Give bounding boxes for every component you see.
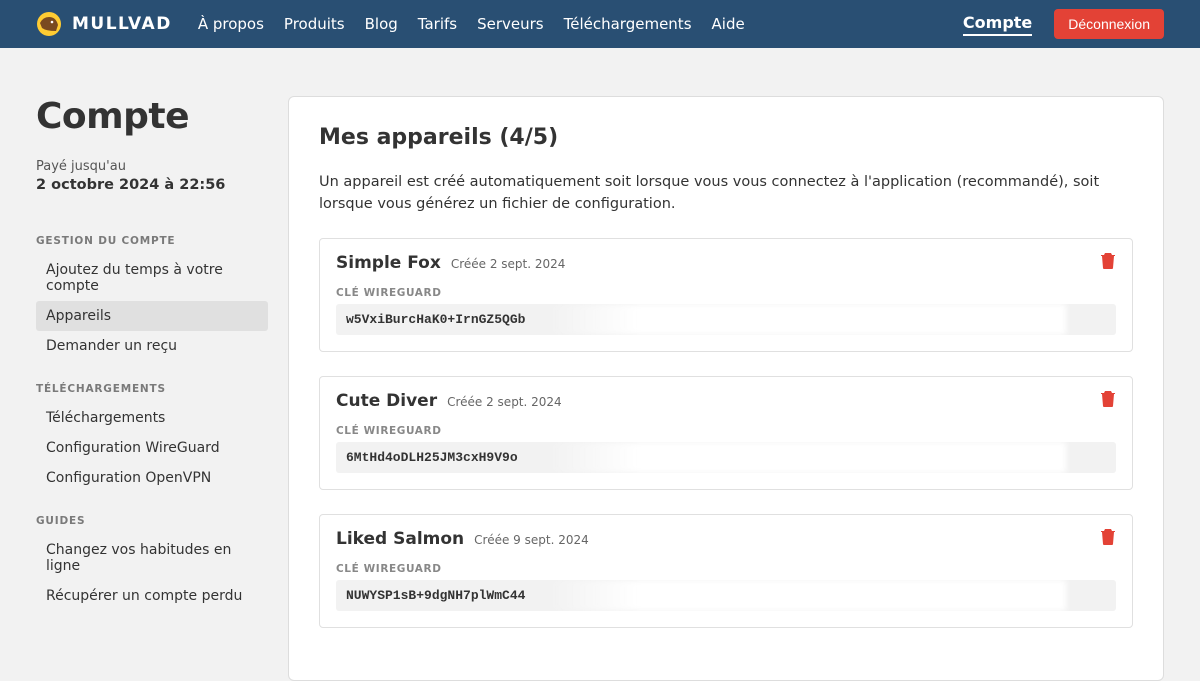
- paid-until-value: 2 octobre 2024 à 22:56: [36, 177, 268, 193]
- device-name: Simple Fox: [336, 253, 441, 273]
- logout-button[interactable]: Déconnexion: [1054, 9, 1164, 39]
- sidebar-item-openvpn[interactable]: Configuration OpenVPN: [36, 463, 268, 493]
- section-guides-title: GUIDES: [36, 515, 268, 527]
- nav-servers[interactable]: Serveurs: [477, 15, 544, 33]
- section-manage-title: GESTION DU COMPTE: [36, 235, 268, 247]
- device-card: Liked Salmon Créée 9 sept. 2024 CLÉ WIRE…: [319, 514, 1133, 628]
- nav-downloads[interactable]: Téléchargements: [564, 15, 692, 33]
- device-created: Créée 9 sept. 2024: [474, 533, 589, 547]
- delete-device-button[interactable]: [1100, 389, 1116, 411]
- device-name: Liked Salmon: [336, 529, 464, 549]
- sidebar-item-wireguard[interactable]: Configuration WireGuard: [36, 433, 268, 463]
- device-created: Créée 2 sept. 2024: [451, 257, 566, 271]
- nav-pricing[interactable]: Tarifs: [418, 15, 457, 33]
- section-downloads-title: TÉLÉCHARGEMENTS: [36, 383, 268, 395]
- panel-title: Mes appareils (4/5): [319, 125, 1133, 150]
- account-link[interactable]: Compte: [963, 13, 1032, 36]
- nav-help[interactable]: Aide: [712, 15, 745, 33]
- nav-blog[interactable]: Blog: [365, 15, 398, 33]
- brand-name: MULLVAD: [72, 14, 172, 34]
- sidebar-item-recover[interactable]: Récupérer un compte perdu: [36, 581, 268, 611]
- trash-icon: [1100, 389, 1116, 407]
- device-card: Simple Fox Créée 2 sept. 2024 CLÉ WIREGU…: [319, 238, 1133, 352]
- wireguard-key-label: CLÉ WIREGUARD: [336, 563, 1116, 575]
- trash-icon: [1100, 527, 1116, 545]
- sidebar-item-devices[interactable]: Appareils: [36, 301, 268, 331]
- sidebar-item-downloads[interactable]: Téléchargements: [36, 403, 268, 433]
- trash-icon: [1100, 251, 1116, 269]
- device-created: Créée 2 sept. 2024: [447, 395, 562, 409]
- wireguard-key-label: CLÉ WIREGUARD: [336, 425, 1116, 437]
- nav-links: À propos Produits Blog Tarifs Serveurs T…: [198, 15, 745, 33]
- wireguard-key-value: w5VxiBurcHaK0+IrnGZ5QGb: [336, 304, 1116, 335]
- sidebar-item-habits[interactable]: Changez vos habitudes en ligne: [36, 535, 268, 581]
- logo-icon: [36, 11, 62, 37]
- wireguard-key-value: 6MtHd4oDLH25JM3cxH9V9o: [336, 442, 1116, 473]
- device-card: Cute Diver Créée 2 sept. 2024 CLÉ WIREGU…: [319, 376, 1133, 490]
- main-panel: Mes appareils (4/5) Un appareil est créé…: [288, 96, 1164, 681]
- panel-description: Un appareil est créé automatiquement soi…: [319, 172, 1133, 216]
- wireguard-key-value: NUWYSP1sB+9dgNH7plWmC44: [336, 580, 1116, 611]
- sidebar: Compte Payé jusqu'au 2 octobre 2024 à 22…: [36, 96, 268, 681]
- delete-device-button[interactable]: [1100, 251, 1116, 273]
- topbar: MULLVAD À propos Produits Blog Tarifs Se…: [0, 0, 1200, 48]
- paid-until-label: Payé jusqu'au: [36, 159, 268, 174]
- page-title: Compte: [36, 96, 268, 137]
- sidebar-item-add-time[interactable]: Ajoutez du temps à votre compte: [36, 255, 268, 301]
- sidebar-item-receipt[interactable]: Demander un reçu: [36, 331, 268, 361]
- device-name: Cute Diver: [336, 391, 437, 411]
- nav-about[interactable]: À propos: [198, 15, 264, 33]
- delete-device-button[interactable]: [1100, 527, 1116, 549]
- wireguard-key-label: CLÉ WIREGUARD: [336, 287, 1116, 299]
- nav-products[interactable]: Produits: [284, 15, 345, 33]
- brand[interactable]: MULLVAD: [36, 11, 172, 37]
